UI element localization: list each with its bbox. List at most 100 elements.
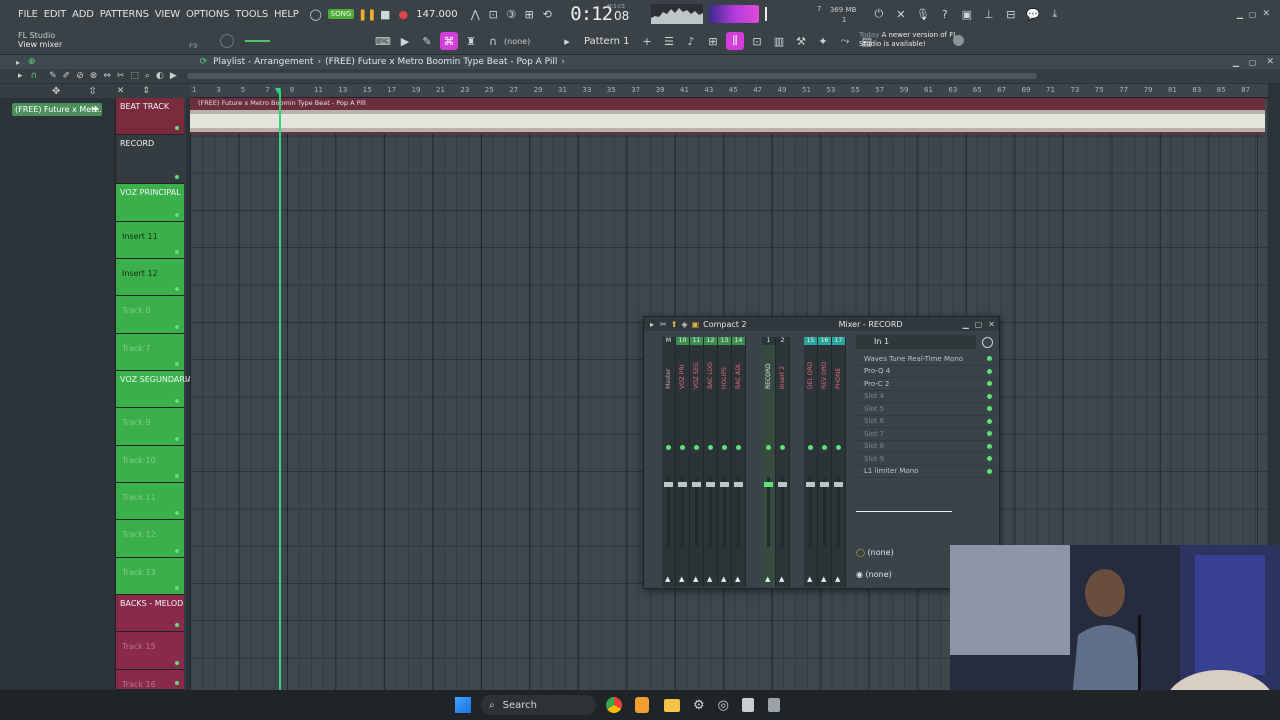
mixer-fader-handle[interactable] [764,482,773,487]
start-icon[interactable] [455,697,471,713]
timeline-ruler[interactable]: 1 3 5 7 9 11 13 15 17 19 21 23 25 27 29 31 33 35 37 39 41 43 4… [190,84,1268,98]
file-explorer-icon[interactable] [664,698,680,712]
track-led-icon[interactable] [175,175,179,179]
mixer-strip-led-icon[interactable] [766,445,771,450]
playhead-marker-icon[interactable]: ▼ [275,86,281,95]
mixer-strip[interactable]: 16 REV ORD ▲ [818,337,832,587]
track-led-icon[interactable] [175,213,179,217]
menu-tools[interactable]: TOOLS [235,9,268,20]
chat-icon[interactable]: 💬 [1024,5,1042,23]
track-header[interactable]: Track 13 [116,558,184,595]
browser-icon[interactable]: ⊡ [748,32,766,50]
paint-icon[interactable]: ✐ [63,71,71,81]
track-header[interactable]: BACKS - MELOD [116,595,184,632]
effect-slot-led-icon[interactable] [987,443,992,449]
effect-slot-led-icon[interactable] [987,406,992,412]
mixer-route-icon[interactable]: ▲ [721,575,726,583]
mixer-menu-icon[interactable]: ▸ [650,320,654,329]
help-icon[interactable]: ? [936,5,954,23]
effect-slot-led-icon[interactable] [987,418,992,424]
track-header[interactable]: Track 12 [116,520,184,558]
mixer-strip-led-icon[interactable] [708,445,713,450]
mixer-tool3-icon[interactable]: ◈ [681,320,687,329]
track-header[interactable]: VOZ PRINCIPAL [116,184,184,222]
menu-options[interactable]: OPTIONS [186,9,229,20]
collapse-icon[interactable]: ✕ [117,86,125,96]
mixer-fader-handle[interactable] [778,482,787,487]
save-icon[interactable]: ▣ [958,5,976,23]
tempo-display[interactable]: 147.000 [416,9,457,20]
track-header[interactable]: VOZ SEGUNDARIA [116,371,193,408]
plugin-picker-icon[interactable]: ⚒ [792,32,810,50]
pattern-arrow-icon[interactable]: ▸ [558,32,576,50]
channel-rack-icon[interactable]: ⊞ [704,32,722,50]
master-volume-slider[interactable] [764,7,767,21]
mixer-route-icon[interactable]: ▲ [779,575,784,583]
mixer-strip[interactable]: M Master ▲ [662,337,676,587]
minimize-icon[interactable]: ▁ [1237,10,1243,19]
mixer-strip-led-icon[interactable] [808,445,813,450]
mixer-tool-icon[interactable]: ✂ [660,320,667,329]
app-icon-3[interactable] [742,698,754,712]
mixer-route-icon[interactable]: ▲ [693,575,698,583]
mixer-strip[interactable]: 1 RECORD ▲ [762,337,776,587]
mixer-strip-led-icon[interactable] [666,445,671,450]
mixer-route-icon[interactable]: ▲ [821,575,826,583]
mixer-route-icon[interactable]: ▲ [665,575,670,583]
mixer-fader[interactable] [723,477,726,547]
microphone-icon[interactable]: 🎙 [914,5,932,23]
track-led-icon[interactable] [175,623,179,627]
mixer-fader[interactable] [695,477,698,547]
mixer-strip[interactable]: 15 DEL ORD ▲ [804,337,818,587]
mixer-route-icon[interactable]: ▲ [679,575,684,583]
mixer-maximize-icon[interactable]: ▢ [975,320,983,329]
track-led-icon[interactable] [175,549,179,553]
track-header[interactable]: BEAT TRACK [116,98,184,135]
track-led-icon[interactable] [175,681,179,685]
mixer-route-icon[interactable]: ▲ [735,575,740,583]
plugin-icon[interactable]: ⊥ [980,5,998,23]
mixer-strip[interactable]: 11 VOZ SEG ▲ [690,337,704,587]
mixer-strip-led-icon[interactable] [680,445,685,450]
mixer-strip[interactable]: 14 BAC ADL ▲ [732,337,746,587]
mixer-fader-handle[interactable] [664,482,673,487]
effect-slot-led-icon[interactable] [987,381,992,387]
mute-icon[interactable]: ⊗ [90,71,98,81]
mixer-route-icon[interactable]: ▲ [835,575,840,583]
draw-icon[interactable]: ✎ [49,71,57,81]
zoom-vertical-icon[interactable]: ⇕ [142,86,150,96]
track-led-icon[interactable] [175,126,179,130]
download-icon[interactable]: ⤓ [1046,5,1064,23]
effect-slot[interactable]: Slot 8 [856,441,996,453]
step-edit-icon[interactable]: ⊞ [520,5,538,23]
menu-view[interactable]: VIEW [155,9,180,20]
mixer-icon[interactable]: ⫼ [726,32,744,50]
pattern-song-toggle-icon[interactable]: ◯ [307,5,325,23]
mixer-layout-icon[interactable]: ▣ [692,320,700,329]
effect-slot-led-icon[interactable] [987,393,992,399]
track-led-icon[interactable] [175,325,179,329]
mixer-strip[interactable]: 12 BAC LOO ▲ [704,337,718,587]
mixer-fader[interactable] [823,477,826,547]
effect-slot[interactable]: Slot 7 [856,428,996,441]
metronome-icon[interactable]: ⋀ [466,5,484,23]
select-icon[interactable]: ⬚ [130,71,139,81]
menu-add[interactable]: ADD [72,9,94,20]
record-button[interactable]: ● [394,5,412,23]
playlist-maximize-icon[interactable]: ▢ [1249,58,1257,67]
track-header[interactable]: Insert 12 [116,259,184,296]
mixer-route-icon[interactable]: ▲ [807,575,812,583]
mixer-strip-led-icon[interactable] [694,445,699,450]
menu-edit[interactable]: EDIT [44,9,66,20]
effect-slot-led-icon[interactable] [987,468,992,474]
effect-slot[interactable]: L1 limiter Mono [856,466,996,478]
track-led-icon[interactable] [175,511,179,515]
playlist-close-icon[interactable]: ✕ [1266,57,1274,67]
mixer-strip[interactable]: 10 VOZ PRI ▲ [676,337,690,587]
effect-slot-led-icon[interactable] [987,356,992,362]
playlist-menu-arrow-icon[interactable]: ▸ [16,58,20,67]
mixer-input-select[interactable]: In 1 [856,335,976,349]
browser-item-add-icon[interactable]: ✚ [92,103,99,116]
mixer-route-icon[interactable]: ▲ [765,575,770,583]
track-led-icon[interactable] [175,362,179,366]
